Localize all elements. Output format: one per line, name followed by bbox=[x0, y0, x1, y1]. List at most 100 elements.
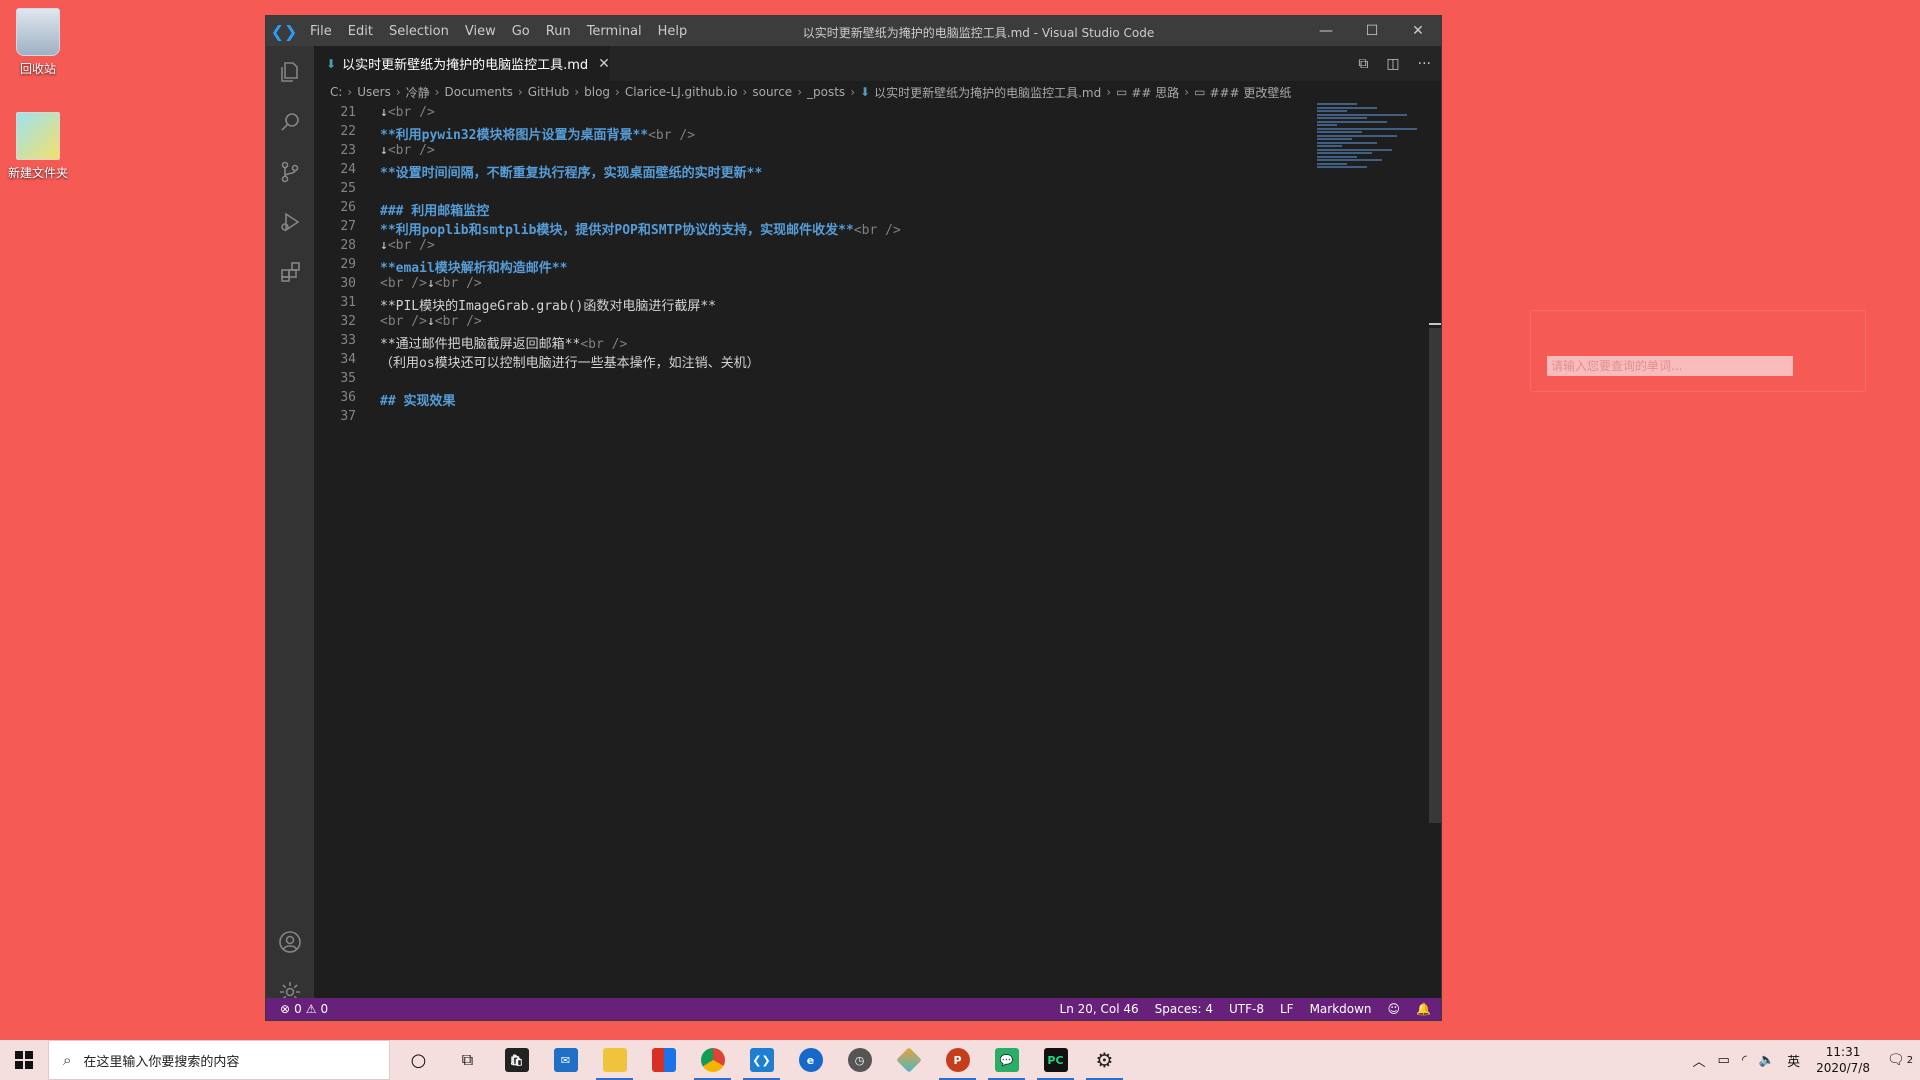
code-token: <br /> bbox=[380, 276, 427, 291]
cursor-position[interactable]: Ln 20, Col 46 bbox=[1060, 1002, 1139, 1016]
menu-file[interactable]: File bbox=[302, 24, 340, 39]
taskbar-app-chrome[interactable] bbox=[688, 1040, 737, 1080]
editor-tab-active[interactable]: ⬇ 以实时更新壁纸为掩护的电脑监控工具.md ✕ bbox=[314, 46, 610, 81]
breadcrumb-item[interactable]: 以实时更新壁纸为掩护的电脑监控工具.md bbox=[874, 84, 1101, 101]
menu-selection[interactable]: Selection bbox=[381, 24, 457, 39]
show-hidden-icons-chevron-icon[interactable]: ︿ bbox=[1693, 1051, 1706, 1070]
close-tab-icon[interactable]: ✕ bbox=[598, 56, 610, 72]
breadcrumb-item[interactable]: Documents bbox=[444, 85, 512, 99]
taskbar-app-edge[interactable]: e bbox=[786, 1040, 835, 1080]
cortana-button[interactable]: ○ bbox=[394, 1040, 443, 1080]
run-debug-icon[interactable] bbox=[266, 198, 314, 246]
code-line[interactable]: 26 ### 利用邮箱监控 bbox=[314, 200, 1429, 219]
code-line[interactable]: 29 **email模块解析和构造邮件** bbox=[314, 257, 1429, 276]
minimize-button[interactable]: — bbox=[1303, 16, 1349, 46]
scrollbar-thumb[interactable] bbox=[1429, 328, 1441, 823]
code-line[interactable]: 27 **利用poplib和smtplib模块，提供对POP和SMTP协议的支持，… bbox=[314, 219, 1429, 238]
code-token: ## 实现效果 bbox=[380, 394, 456, 409]
code-line[interactable]: 24 **设置时间间隔，不断重复执行程序，实现桌面壁纸的实时更新** bbox=[314, 162, 1429, 181]
taskbar-app-powerpoint[interactable]: P bbox=[933, 1040, 982, 1080]
start-button[interactable] bbox=[0, 1040, 48, 1080]
more-actions-icon[interactable]: ··· bbox=[1418, 56, 1431, 72]
code-line[interactable]: 32 <br />↓<br /> bbox=[314, 314, 1429, 333]
breadcrumb-item[interactable]: 冷静 bbox=[406, 84, 430, 101]
open-preview-icon[interactable]: ⧉ bbox=[1358, 56, 1368, 72]
code-line[interactable]: 37 bbox=[314, 409, 1429, 428]
wifi-icon[interactable]: ◜ bbox=[1742, 1053, 1747, 1068]
taskbar-app-wechat[interactable]: 💬 bbox=[982, 1040, 1031, 1080]
menu-terminal[interactable]: Terminal bbox=[579, 24, 650, 39]
search-icon[interactable] bbox=[266, 98, 314, 146]
close-window-button[interactable]: ✕ bbox=[1395, 16, 1441, 46]
volume-icon[interactable]: 🔈 bbox=[1759, 1053, 1775, 1068]
explorer-icon[interactable] bbox=[266, 48, 314, 96]
taskbar-search-box[interactable]: ⌕ 在这里输入你要搜索的内容 bbox=[48, 1040, 390, 1080]
taskbar-app-clock[interactable]: ◷ bbox=[835, 1040, 884, 1080]
battery-icon[interactable]: ▭ bbox=[1718, 1053, 1730, 1068]
taskbar-app-git[interactable] bbox=[884, 1040, 933, 1080]
window-title: 以实时更新壁纸为掩护的电脑监控工具.md - Visual Studio Cod… bbox=[802, 26, 1155, 40]
dictionary-search-input[interactable] bbox=[1547, 356, 1793, 376]
clock-date: 2020/7/8 bbox=[1816, 1061, 1870, 1075]
problems-indicator[interactable]: ⊗ 0 ⚠ 0 bbox=[266, 1002, 328, 1016]
taskbar-app-pycharm[interactable]: PC bbox=[1031, 1040, 1080, 1080]
mail-icon: ✉ bbox=[553, 1048, 578, 1072]
maximize-button[interactable]: ☐ bbox=[1349, 16, 1395, 46]
code-line[interactable]: 25 bbox=[314, 181, 1429, 200]
vscode-window: ❮❯ File Edit Selection View Go Run Termi… bbox=[266, 16, 1441, 1020]
accounts-icon[interactable] bbox=[266, 918, 314, 966]
taskbar-app-office[interactable] bbox=[639, 1040, 688, 1080]
breadcrumb-item[interactable]: blog bbox=[584, 85, 610, 99]
task-view-button[interactable]: ⧉ bbox=[443, 1040, 492, 1080]
taskbar-clock[interactable]: 11:31 2020/7/8 bbox=[1816, 1044, 1870, 1076]
breadcrumb-item[interactable]: GitHub bbox=[528, 85, 570, 99]
menu-help[interactable]: Help bbox=[650, 24, 696, 39]
breadcrumb-item[interactable]: Clarice-LJ.github.io bbox=[625, 85, 738, 99]
symbol-string-icon: ▭ bbox=[1194, 85, 1206, 99]
breadcrumb-item[interactable]: ## 思路 bbox=[1131, 84, 1179, 101]
language-mode[interactable]: Markdown bbox=[1310, 1002, 1372, 1016]
end-of-line[interactable]: LF bbox=[1280, 1002, 1294, 1016]
code-line[interactable]: 36 ## 实现效果 bbox=[314, 390, 1429, 409]
desktop-icon-new-folder[interactable]: 新建文件夹 bbox=[0, 112, 76, 181]
indentation[interactable]: Spaces: 4 bbox=[1155, 1002, 1213, 1016]
encoding[interactable]: UTF-8 bbox=[1229, 1002, 1264, 1016]
code-line[interactable]: 30 <br />↓<br /> bbox=[314, 276, 1429, 295]
taskbar-app-mail[interactable]: ✉ bbox=[541, 1040, 590, 1080]
minimap[interactable] bbox=[1317, 103, 1427, 183]
input-method-indicator[interactable]: 英 bbox=[1787, 1051, 1800, 1070]
menu-go[interactable]: Go bbox=[504, 24, 538, 39]
taskbar-app-store[interactable]: 🛍 bbox=[492, 1040, 541, 1080]
breadcrumb-item[interactable]: ### 更改壁纸 bbox=[1209, 84, 1291, 101]
breadcrumb-item[interactable]: Users bbox=[357, 85, 391, 99]
code-line[interactable]: 34 （利用os模块还可以控制电脑进行一些基本操作，如注销、关机） bbox=[314, 352, 1429, 371]
code-line[interactable]: 33 **通过邮件把电脑截屏返回邮箱**<br /> bbox=[314, 333, 1429, 352]
code-editor[interactable]: 21 ↓<br /> 22 **利用pywin32模块将图片设置为桌面背景**<br … bbox=[314, 103, 1429, 998]
breadcrumb-item[interactable]: _posts bbox=[807, 85, 845, 99]
notifications-bell-icon[interactable]: 🔔 bbox=[1416, 1002, 1431, 1016]
editor-scrollbar[interactable] bbox=[1429, 103, 1441, 998]
code-line[interactable]: 22 **利用pywin32模块将图片设置为桌面背景**<br /> bbox=[314, 124, 1429, 143]
code-line[interactable]: 31 **PIL模块的ImageGrab.grab()函数对电脑进行截屏** bbox=[314, 295, 1429, 314]
menu-view[interactable]: View bbox=[457, 24, 504, 39]
breadcrumb-item[interactable]: C: bbox=[330, 85, 342, 99]
split-editor-icon[interactable]: ◫ bbox=[1386, 56, 1399, 72]
menu-edit[interactable]: Edit bbox=[340, 24, 381, 39]
desktop-icon-recycle-bin[interactable]: 回收站 bbox=[0, 8, 76, 77]
code-line[interactable]: 35 bbox=[314, 371, 1429, 390]
code-line[interactable]: 23 ↓<br /> bbox=[314, 143, 1429, 162]
code-token: <br /> bbox=[380, 314, 427, 329]
extensions-icon[interactable] bbox=[266, 248, 314, 296]
feedback-icon[interactable]: ☺ bbox=[1388, 1002, 1401, 1016]
code-token: <br /> bbox=[387, 105, 435, 120]
taskbar-app-file-explorer[interactable] bbox=[590, 1040, 639, 1080]
minimap-line bbox=[1317, 162, 1347, 165]
action-center-button[interactable]: 🗨 2 bbox=[1880, 1040, 1920, 1080]
taskbar-app-settings[interactable]: ⚙ bbox=[1080, 1040, 1129, 1080]
code-line[interactable]: 28 ↓<br /> bbox=[314, 238, 1429, 257]
menu-run[interactable]: Run bbox=[538, 24, 579, 39]
source-control-icon[interactable] bbox=[266, 148, 314, 196]
breadcrumb-item[interactable]: source bbox=[752, 85, 792, 99]
taskbar-app-vscode[interactable]: ❮❯ bbox=[737, 1040, 786, 1080]
code-line[interactable]: 21 ↓<br /> bbox=[314, 105, 1429, 124]
